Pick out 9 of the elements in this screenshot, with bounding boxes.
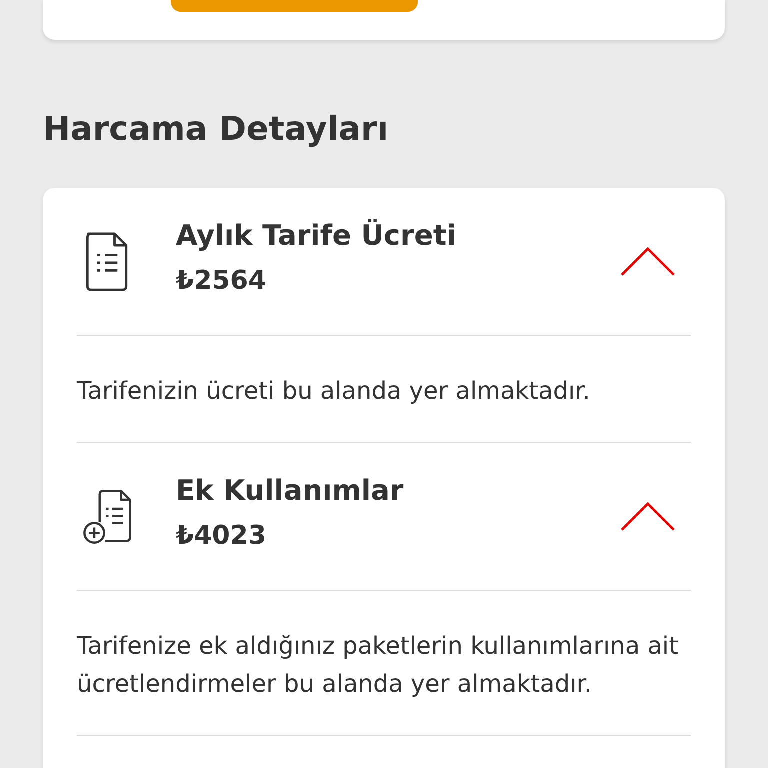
section-title: Harcama Detayları [43, 108, 390, 150]
item-title: Aylık Tarife Ücreti [176, 219, 458, 252]
item-title: Ek Kullanımlar [176, 474, 405, 507]
item-description: Tarifenizin ücreti bu alanda yer almaktadır. [77, 376, 592, 407]
item-amount: ₺4023 [176, 521, 268, 551]
item-description: Tarifenize ek aldığınız paketlerin kullanımlarına ait ücretlendirmeler bu alanda yer almaktadır. [77, 631, 680, 700]
chevron-up-icon[interactable] [621, 246, 675, 276]
item-amount: ₺2564 [176, 266, 268, 296]
chevron-up-icon[interactable] [621, 502, 675, 532]
